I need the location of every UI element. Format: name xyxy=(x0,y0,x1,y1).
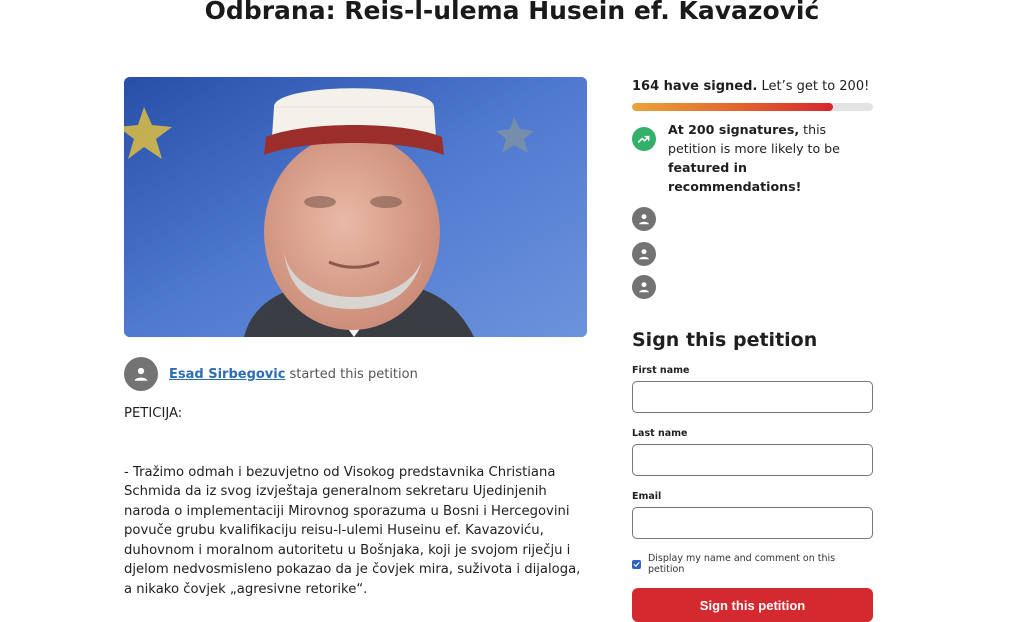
petition-photo xyxy=(124,77,587,337)
last-name-label: Last name xyxy=(632,428,688,439)
person-icon xyxy=(639,282,649,293)
signature-progress-bar xyxy=(632,103,873,111)
milestone-text: At 200 signatures, this petition is more… xyxy=(668,120,873,196)
first-name-label: First name xyxy=(632,365,690,376)
progress-fill xyxy=(632,103,834,111)
person-icon xyxy=(134,367,148,381)
recent-signers xyxy=(632,207,873,299)
body-paragraph: PETICIJA: xyxy=(124,406,183,421)
checkmark-icon xyxy=(633,561,640,567)
email-field[interactable] xyxy=(632,507,873,539)
milestone-bold-2: featured in recommendations! xyxy=(668,160,802,194)
email-label: Email xyxy=(632,491,662,502)
display-name-checkbox-label: Display my name and comment on this peti… xyxy=(647,553,836,575)
person-icon xyxy=(639,214,649,225)
signed-count-label: 164 have signed. xyxy=(632,79,758,94)
signer-avatar xyxy=(632,242,656,266)
milestone-info: At 200 signatures, this petition is more… xyxy=(632,120,873,196)
sidebar: 164 have signed. Let’s get to 200! At 20… xyxy=(632,77,873,622)
last-name-field[interactable] xyxy=(632,444,873,476)
body-paragraph: - Tražimo odmah i bezuvjetno od Visokog … xyxy=(124,464,581,597)
trending-up-icon xyxy=(637,135,650,143)
petition-body: PETICIJA: - Tražimo odmah i bezuvjetno o… xyxy=(124,404,589,599)
starter-suffix: started this petition xyxy=(289,366,418,382)
sign-form-heading: Sign this petition xyxy=(632,329,818,351)
person-icon xyxy=(639,249,649,260)
signer-avatar xyxy=(632,207,656,231)
display-name-checkbox[interactable] xyxy=(632,559,641,569)
starter-name-link[interactable]: Esad Sirbegovic xyxy=(169,367,285,382)
milestone-badge xyxy=(632,127,656,151)
milestone-bold-1: At 200 signatures, xyxy=(668,122,800,137)
petition-starter: Esad Sirbegovic started this petition xyxy=(124,357,418,391)
first-name-field[interactable] xyxy=(632,381,873,413)
page-title: Odbrana: Reis-l-ulema Husein ef. Kavazov… xyxy=(204,0,820,25)
sign-petition-button[interactable]: Sign this petition xyxy=(632,588,873,622)
signature-count: 164 have signed. Let’s get to 200! xyxy=(632,77,873,97)
starter-avatar xyxy=(124,357,158,391)
signer-avatar xyxy=(632,275,656,299)
display-name-option: Display my name and comment on this peti… xyxy=(632,553,873,575)
goal-label: Let’s get to 200! xyxy=(761,79,870,94)
